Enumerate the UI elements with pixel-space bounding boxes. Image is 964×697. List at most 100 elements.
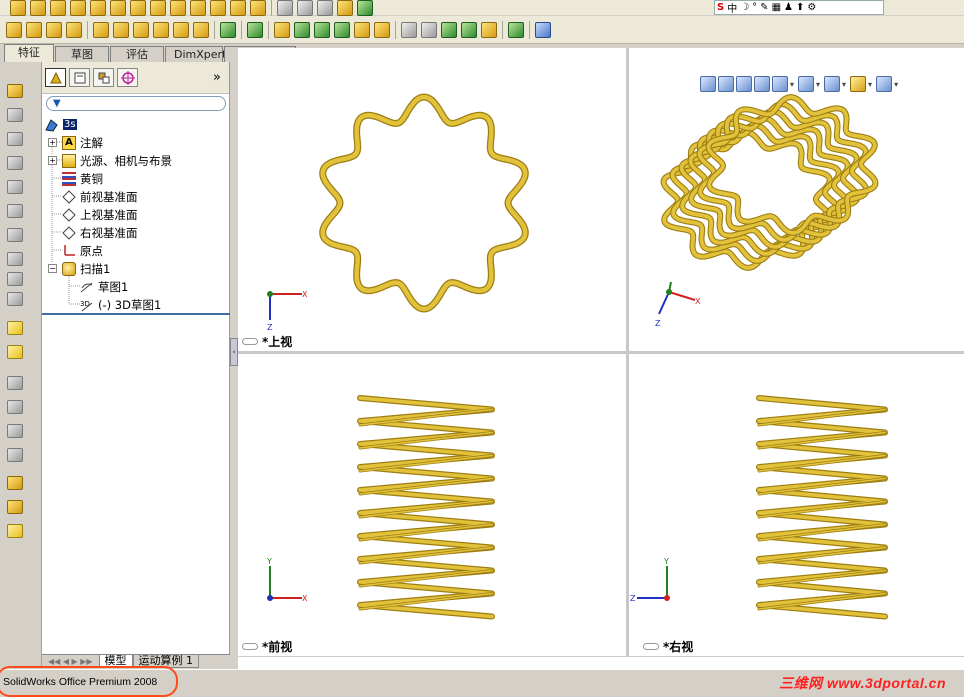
toolbar-icon[interactable]	[130, 0, 146, 16]
decal-icon[interactable]	[7, 524, 23, 538]
shell-icon[interactable]	[7, 272, 23, 286]
ime-bar[interactable]: S 中 ☽ ° ✎ ▦ ♟ ⬆ ⚙	[714, 0, 884, 15]
instant3d-icon[interactable]	[481, 21, 497, 38]
right-view-viewport[interactable]: Z Y *右视	[629, 354, 964, 656]
rib-icon[interactable]	[7, 252, 23, 266]
zoom-to-area-icon[interactable]	[718, 76, 734, 92]
toolbar-icon[interactable]	[250, 0, 266, 16]
isometric-viewport[interactable]: X Z	[629, 48, 964, 351]
ime-icon[interactable]: ▦	[772, 2, 781, 13]
ime-icon[interactable]: ⬆	[796, 2, 804, 13]
view-orientation-icon[interactable]	[772, 76, 788, 92]
draft-icon[interactable]	[314, 21, 330, 38]
pattern-icon[interactable]	[247, 21, 263, 38]
front-view-viewport[interactable]: X Y *前视	[238, 354, 626, 656]
loft-icon[interactable]	[7, 156, 23, 170]
sweep-icon[interactable]	[7, 132, 23, 146]
ime-icon[interactable]: °	[752, 2, 757, 13]
ime-icon[interactable]: ✎	[760, 2, 768, 13]
toolbar-icon[interactable]	[337, 0, 353, 16]
curves-icon[interactable]	[508, 21, 524, 38]
tab-dimxpert[interactable]: DimXpert	[165, 46, 226, 62]
boundary-icon[interactable]	[7, 180, 23, 194]
toolbar-icon[interactable]	[90, 0, 106, 16]
panel-divider[interactable]	[42, 313, 230, 315]
move-face-icon[interactable]	[441, 21, 457, 38]
extrude-icon[interactable]	[6, 21, 22, 38]
tab-sketch[interactable]: 草图	[55, 46, 109, 62]
split-line-icon[interactable]	[7, 400, 23, 414]
toolbar-icon[interactable]	[210, 0, 226, 16]
extrude-icon[interactable]	[7, 84, 23, 98]
scene-icon[interactable]	[7, 500, 23, 514]
dropdown-arrow-icon[interactable]: ▾	[816, 80, 820, 89]
dropdown-arrow-icon[interactable]: ▾	[868, 80, 872, 89]
reference-geometry-icon[interactable]	[461, 21, 477, 38]
toolbar-icon[interactable]	[317, 0, 333, 16]
toolbar-icon[interactable]	[190, 0, 206, 16]
toolbar-icon[interactable]	[70, 0, 86, 16]
top-view-viewport[interactable]: X Z *上视	[238, 48, 626, 351]
toolbar-icon[interactable]	[297, 0, 313, 16]
tab-features[interactable]: 特征	[4, 44, 54, 62]
mirror-icon[interactable]	[374, 21, 390, 38]
property-manager-tab[interactable]	[69, 68, 90, 87]
shell-icon[interactable]	[294, 21, 310, 38]
feature-manager-tab[interactable]	[45, 68, 66, 87]
intersect-icon[interactable]	[354, 21, 370, 38]
section-view-icon[interactable]	[754, 76, 770, 92]
combine-icon[interactable]	[401, 21, 417, 38]
sweep-icon[interactable]	[46, 21, 62, 38]
curve-icon[interactable]	[7, 345, 23, 359]
chamfer-icon[interactable]	[7, 228, 23, 242]
split-icon[interactable]	[421, 21, 437, 38]
revolve-icon[interactable]	[7, 108, 23, 122]
rib-icon[interactable]	[220, 21, 236, 38]
display-style-icon[interactable]	[798, 76, 815, 92]
wrap-icon[interactable]	[334, 21, 350, 38]
toolbar-icon[interactable]	[30, 0, 46, 16]
previous-view-icon[interactable]	[736, 76, 752, 92]
viewport-splitter[interactable]	[238, 351, 964, 354]
dropdown-arrow-icon[interactable]: ▾	[894, 80, 898, 89]
cut-revolve-icon[interactable]	[113, 21, 129, 38]
measure-icon[interactable]	[535, 21, 551, 38]
ime-icon[interactable]: ☽	[740, 2, 749, 13]
cut-extrude-icon[interactable]	[93, 21, 109, 38]
tab-evaluate[interactable]: 评估	[110, 46, 164, 62]
cut-loft-icon[interactable]	[153, 21, 169, 38]
toolbar-icon[interactable]	[357, 0, 373, 16]
fillet-icon[interactable]	[173, 21, 189, 38]
ime-mode[interactable]: 中	[727, 0, 737, 15]
revolve-icon[interactable]	[26, 21, 42, 38]
view-settings-icon[interactable]	[876, 76, 893, 92]
mate-icon[interactable]	[7, 376, 23, 390]
helix-icon[interactable]	[7, 448, 23, 462]
zoom-to-fit-icon[interactable]	[700, 76, 716, 92]
toolbar-icon[interactable]	[150, 0, 166, 16]
toolbar-icon[interactable]	[50, 0, 66, 16]
dome-icon[interactable]	[274, 21, 290, 38]
toolbar-icon[interactable]	[170, 0, 186, 16]
dim-xpert-tab[interactable]	[117, 68, 138, 87]
feature-filter-field[interactable]: ▼	[46, 96, 226, 111]
hide-show-items-icon[interactable]	[824, 76, 841, 92]
scroll-arrows-icon[interactable]: ◀◀ ◀ ▶ ▶▶	[42, 657, 99, 666]
fillet-icon[interactable]	[7, 204, 23, 218]
loft-icon[interactable]	[66, 21, 82, 38]
apply-scene-icon[interactable]	[850, 76, 867, 92]
appearance-icon[interactable]	[7, 476, 23, 490]
dropdown-arrow-icon[interactable]: ▾	[790, 80, 794, 89]
toolbar-icon[interactable]	[10, 0, 26, 16]
panel-collapse-handle[interactable]: ‹	[230, 338, 238, 366]
cut-sweep-icon[interactable]	[133, 21, 149, 38]
toolbar-icon[interactable]	[230, 0, 246, 16]
reference-icon[interactable]	[7, 321, 23, 335]
ime-icon[interactable]: ♟	[784, 2, 793, 13]
configuration-manager-tab[interactable]	[93, 68, 114, 87]
dropdown-arrow-icon[interactable]: ▾	[842, 80, 846, 89]
toolbar-icon[interactable]	[277, 0, 293, 16]
draft-icon[interactable]	[7, 292, 23, 306]
ime-icon[interactable]: ⚙	[807, 2, 816, 13]
chamfer-icon[interactable]	[193, 21, 209, 38]
